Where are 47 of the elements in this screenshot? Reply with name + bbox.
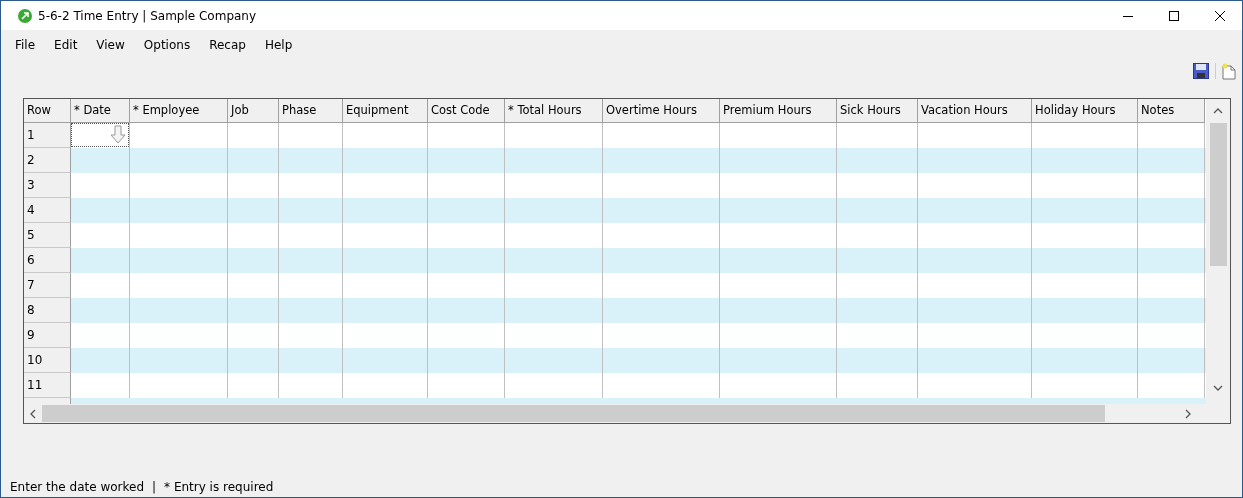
column-header[interactable]: Sick Hours xyxy=(837,99,918,123)
active-cell[interactable] xyxy=(71,123,129,147)
column-header[interactable]: Job xyxy=(228,99,279,123)
column-header[interactable]: Overtime Hours xyxy=(603,99,720,123)
status-text: Enter the date worked xyxy=(10,480,144,494)
row-number: 2 xyxy=(24,148,71,173)
scroll-right-icon[interactable] xyxy=(1184,408,1192,419)
close-icon[interactable] xyxy=(1214,9,1226,22)
column-header[interactable]: * Total Hours xyxy=(505,99,603,123)
scroll-up-icon[interactable] xyxy=(1213,107,1223,115)
column-header[interactable]: Equipment xyxy=(343,99,428,123)
status-text: * Entry is required xyxy=(164,480,274,494)
row-number: 3 xyxy=(24,173,71,198)
row-number: 9 xyxy=(24,323,71,348)
new-document-icon[interactable] xyxy=(1222,62,1236,80)
menu-item[interactable]: Options xyxy=(143,38,191,52)
column-header[interactable]: Row xyxy=(24,99,71,123)
row-number: 10 xyxy=(24,348,71,373)
column-header[interactable]: * Employee xyxy=(130,99,228,123)
menu-item[interactable]: Recap xyxy=(209,38,246,52)
row-number: 11 xyxy=(24,373,71,398)
save-icon[interactable] xyxy=(1193,63,1209,79)
column-header[interactable]: Cost Code xyxy=(428,99,505,123)
menu-item[interactable]: File xyxy=(15,38,36,52)
menu-item[interactable]: Edit xyxy=(54,38,78,52)
scroll-left-icon[interactable] xyxy=(29,408,37,419)
column-header[interactable]: * Date xyxy=(71,99,130,123)
column-header[interactable]: Vacation Hours xyxy=(918,99,1032,123)
row-number: 7 xyxy=(24,273,71,298)
vertical-scrollbar[interactable] xyxy=(1206,99,1230,423)
row-number: 6 xyxy=(24,248,71,273)
horizontal-scrollbar[interactable] xyxy=(24,404,1206,423)
column-header[interactable]: Premium Hours xyxy=(720,99,837,123)
maximize-icon[interactable] xyxy=(1168,9,1180,22)
row-number: 5 xyxy=(24,223,71,248)
column-header[interactable]: Phase xyxy=(279,99,343,123)
scroll-down-icon[interactable] xyxy=(1213,384,1223,392)
row-number: 4 xyxy=(24,198,71,223)
status-text: | xyxy=(152,480,157,494)
menu-item[interactable]: View xyxy=(96,38,125,52)
app-logo-icon xyxy=(18,8,32,23)
window-title: 5-6-2 Time Entry | Sample Company xyxy=(38,8,257,23)
row-number: 1 xyxy=(24,123,71,148)
column-header[interactable]: Holiday Hours xyxy=(1032,99,1138,123)
menu-item[interactable]: Help xyxy=(264,38,293,52)
column-header[interactable]: Notes xyxy=(1138,99,1205,123)
row-number: 8 xyxy=(24,298,71,323)
